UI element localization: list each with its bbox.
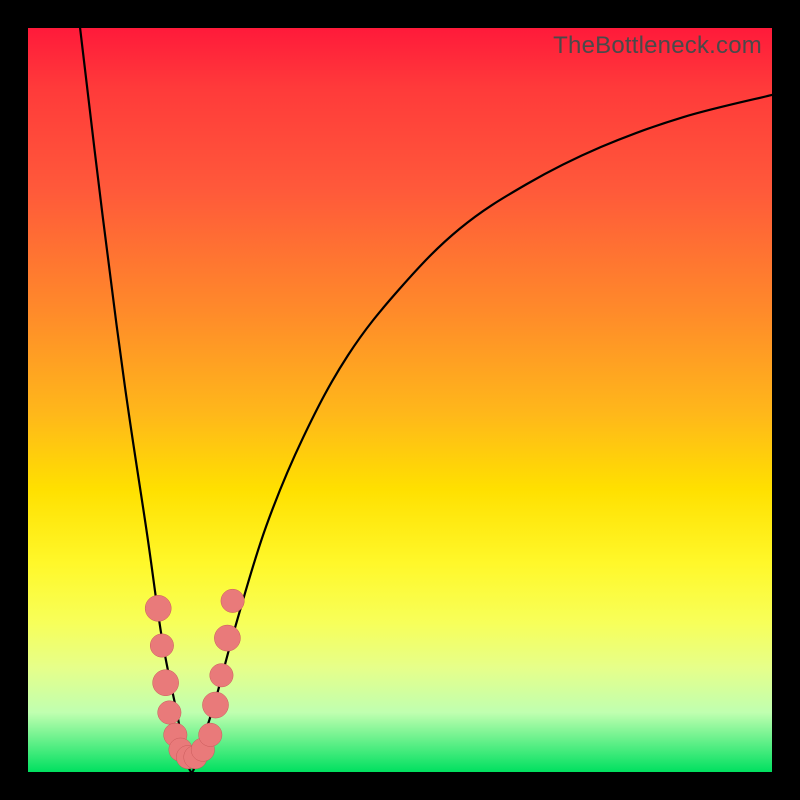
highlight-dot bbox=[221, 589, 244, 612]
highlight-dot-layer bbox=[145, 589, 244, 769]
chart-frame: TheBottleneck.com bbox=[0, 0, 800, 800]
highlight-dot bbox=[214, 625, 240, 651]
chart-svg bbox=[28, 28, 772, 772]
highlight-dot bbox=[199, 723, 222, 746]
bottleneck-curve bbox=[80, 28, 772, 772]
highlight-dot bbox=[150, 634, 173, 657]
chart-plot-area: TheBottleneck.com bbox=[28, 28, 772, 772]
highlight-dot bbox=[202, 692, 228, 718]
highlight-dot bbox=[210, 664, 233, 687]
highlight-dot bbox=[145, 595, 171, 621]
highlight-dot bbox=[158, 701, 181, 724]
highlight-dot bbox=[153, 670, 179, 696]
